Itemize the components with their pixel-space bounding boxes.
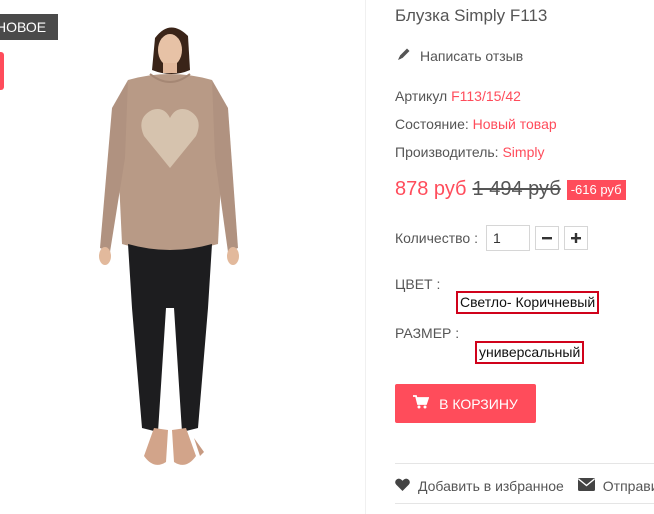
manufacturer-link[interactable]: Simply [502, 144, 544, 160]
send-to-friend-link[interactable]: Отправить [577, 478, 654, 494]
cart-icon [413, 395, 430, 412]
pencil-icon [397, 47, 411, 64]
old-price: 1 494 руб [472, 178, 561, 200]
product-actions: Добавить в избранное Отправить [395, 478, 654, 494]
add-to-wishlist-link[interactable]: Добавить в избранное [395, 478, 564, 494]
panel-divider [365, 0, 366, 514]
wishlist-label: Добавить в избранное [418, 478, 564, 494]
quantity-input[interactable] [485, 225, 530, 251]
size-label: РАЗМЕР : [395, 325, 460, 341]
product-photo[interactable] [70, 8, 270, 508]
condition-row: Состояние: Новый товар [395, 116, 557, 132]
quantity-row: Количество : [395, 225, 588, 251]
sku-row: Артикул F113/15/42 [395, 88, 521, 104]
divider-bottom [395, 503, 654, 504]
sku-label: Артикул [395, 88, 448, 104]
quantity-label: Количество : [395, 230, 478, 246]
current-price: 878 руб [395, 178, 467, 200]
manufacturer-row: Производитель: Simply [395, 144, 544, 160]
manufacturer-label: Производитель: [395, 144, 499, 160]
color-value[interactable]: Светло- Коричневый [456, 291, 600, 314]
product-image-panel: Новое [0, 0, 370, 514]
add-to-cart-button[interactable]: В корзину [395, 384, 536, 423]
add-to-cart-label: В корзину [439, 395, 518, 412]
price-row: 878 руб 1 494 руб -616 руб [395, 178, 626, 201]
write-review-label: Написать отзыв [420, 47, 524, 64]
quantity-decrease-button[interactable] [534, 226, 559, 250]
envelope-icon [577, 478, 595, 494]
new-badge-label: Новое [0, 19, 47, 35]
sku-value: F113/15/42 [451, 88, 521, 104]
condition-value: Новый товар [472, 116, 557, 132]
send-label: Отправить [602, 478, 654, 494]
write-review-link[interactable]: Написать отзыв [397, 47, 523, 64]
plus-icon [570, 233, 581, 243]
new-badge: Новое [0, 14, 59, 40]
divider [395, 463, 654, 464]
quantity-increase-button[interactable] [563, 226, 588, 250]
color-label: ЦВЕТ : [395, 276, 441, 292]
minus-icon [541, 237, 552, 240]
sale-tab[interactable] [0, 52, 4, 90]
discount-badge: -616 руб [566, 179, 626, 200]
heart-icon [395, 478, 410, 494]
size-value[interactable]: универсальный [475, 341, 585, 364]
product-title: Блузка Simply F113 [395, 6, 548, 25]
condition-label: Состояние: [395, 116, 469, 132]
